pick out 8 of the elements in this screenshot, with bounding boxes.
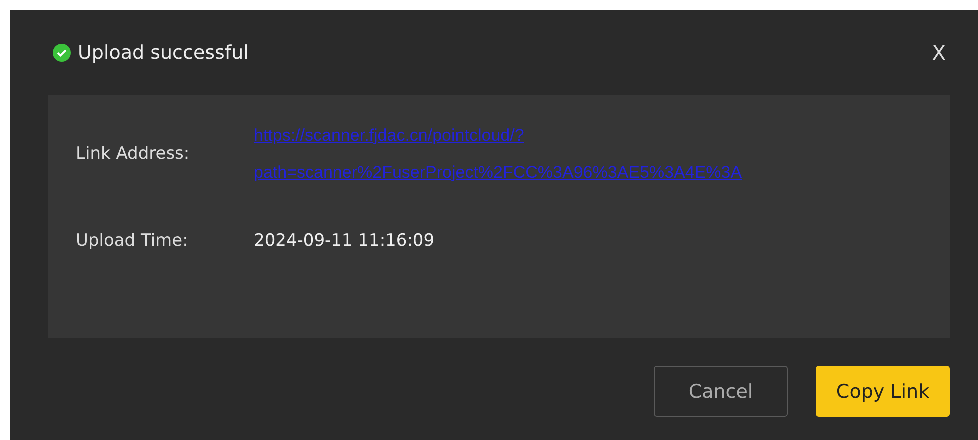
copy-link-button[interactable]: Copy Link [816, 366, 950, 417]
field-label: Link Address: [76, 144, 191, 164]
upload-time-value: 2024-09-11 11:16:09 [254, 231, 435, 251]
cancel-button[interactable]: Cancel [654, 366, 788, 417]
close-button[interactable]: X [928, 40, 950, 64]
field-label: Upload Time: [76, 231, 190, 251]
success-check-icon [52, 42, 72, 62]
dialog-title: Upload successful [78, 42, 250, 64]
